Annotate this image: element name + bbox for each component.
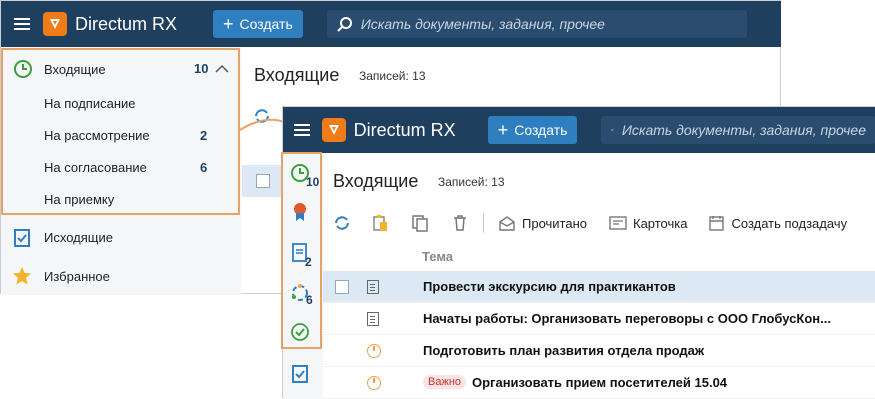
back-topbar: Directum RX + Создать Искать документы, …: [1, 1, 781, 47]
row-checkbox[interactable]: [256, 174, 270, 188]
back-selected-row[interactable]: [242, 165, 282, 197]
table-row[interactable]: Подготовить план развития отдела продаж: [323, 335, 875, 367]
card-icon: [609, 216, 627, 230]
back-page-title: Входящие: [254, 65, 340, 85]
envelope-open-icon: [499, 216, 515, 231]
row-subject: Провести экскурсию для практикантов: [423, 279, 676, 294]
table-row[interactable]: Важно Организовать прием посетителей 15.…: [323, 367, 875, 399]
search-input[interactable]: Искать документы, задания, прочее: [601, 116, 875, 144]
toolbar-divider: [483, 213, 484, 233]
search-icon: [337, 17, 352, 32]
front-topbar: Directum RX + Создать Искать документы, …: [283, 107, 875, 153]
row-subject: Организовать прием посетителей 15.04: [472, 375, 728, 390]
row-subject: Начаты работы: Организовать переговоры с…: [423, 311, 831, 326]
menu-icon[interactable]: [294, 124, 310, 136]
search-input[interactable]: Искать документы, задания, прочее: [326, 10, 747, 38]
clipboard-icon: [14, 229, 30, 247]
task-list: Провести экскурсию для практикантов Нача…: [283, 271, 875, 399]
menu-icon[interactable]: [14, 18, 30, 30]
paste-icon[interactable]: [371, 214, 389, 232]
back-records-count: Записей: 13: [359, 69, 426, 83]
highlight-frame-sidebar: [1, 48, 240, 215]
search-placeholder: Искать документы, задания, прочее: [621, 122, 866, 138]
sidebar-item-favorites[interactable]: Избранное: [1, 264, 241, 288]
create-button[interactable]: + Создать: [213, 10, 303, 38]
table-row[interactable]: Провести экскурсию для практикантов: [323, 271, 875, 303]
create-subtask-button[interactable]: Создать подзадачу: [709, 215, 847, 231]
clock-icon: [367, 344, 381, 358]
trash-icon[interactable]: [451, 214, 469, 232]
front-page-title: Входящие: [333, 171, 419, 191]
column-header-subject[interactable]: Тема: [422, 249, 453, 264]
app-logo: Directum RX: [43, 12, 177, 36]
create-subtask-label: Создать подзадачу: [731, 215, 848, 231]
create-label: Создать: [514, 122, 568, 138]
toolbar: Прочитано Карточка Создать подзадачу: [333, 211, 873, 235]
mark-read-label: Прочитано: [522, 215, 587, 231]
search-placeholder: Искать документы, задания, прочее: [360, 16, 605, 32]
create-label: Создать: [239, 16, 293, 32]
document-icon: [367, 312, 379, 326]
directum-logo-icon: [43, 12, 67, 36]
row-subject: Подготовить план развития отдела продаж: [423, 343, 705, 358]
sidebar-item-label: Исходящие: [44, 229, 113, 245]
table-row[interactable]: Начаты работы: Организовать переговоры с…: [323, 303, 875, 335]
sidebar-item-label: Избранное: [44, 268, 110, 284]
row-checkbox[interactable]: [335, 280, 349, 294]
plus-icon: +: [223, 14, 234, 34]
importance-badge: Важно: [423, 375, 467, 389]
copy-icon[interactable]: [411, 214, 429, 232]
star-icon: [13, 267, 31, 285]
directum-logo-icon: [321, 118, 346, 142]
calendar-icon: [709, 216, 725, 231]
card-button[interactable]: Карточка: [609, 216, 687, 231]
plus-icon: +: [497, 120, 509, 140]
search-icon: [611, 128, 614, 132]
front-records-count: Записей: 13: [438, 175, 505, 189]
app-title: Directum RX: [353, 119, 456, 140]
document-icon: [367, 280, 379, 294]
clock-icon: [367, 376, 381, 390]
refresh-icon[interactable]: [333, 214, 351, 232]
create-button[interactable]: + Создать: [487, 116, 578, 144]
card-label: Карточка: [633, 215, 688, 231]
app-title: Directum RX: [75, 13, 178, 34]
app-logo: Directum RX: [321, 118, 456, 142]
mark-read-button[interactable]: Прочитано: [498, 215, 587, 231]
front-window: Directum RX + Создать Искать документы, …: [282, 106, 875, 399]
highlight-frame-rail: [281, 152, 322, 349]
sidebar-item-outgoing[interactable]: Исходящие: [1, 225, 241, 249]
